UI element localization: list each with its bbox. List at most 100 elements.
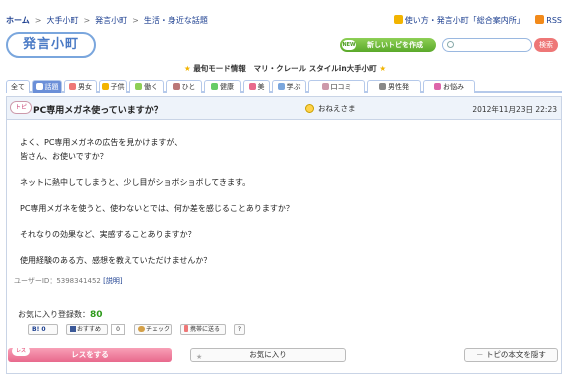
topic-date: 2012年11月23日 22:23 (472, 105, 557, 114)
send-to-mobile-button[interactable]: 携帯に送る (180, 324, 226, 335)
category-icon (379, 83, 386, 90)
star-icon: ★ (183, 64, 191, 73)
breadcrumb-item[interactable]: 大手小町 (46, 16, 78, 25)
tab-category[interactable]: 美 (243, 80, 270, 93)
rss-icon (535, 15, 545, 24)
favorite-count: お気に入り登録数：80 (18, 309, 103, 320)
category-icon (35, 83, 43, 90)
breadcrumb-item[interactable]: 生活・身近な話題 (144, 16, 208, 25)
star-icon: ★ (379, 64, 387, 73)
topic-body-line: ネットに熱中してしまうと、少し目がショボショボしてきます。 (20, 178, 251, 187)
guide-icon (393, 15, 403, 24)
add-favorite-label: お気に入り (249, 350, 287, 359)
new-topic-button[interactable]: NEW 新しいトピを作成 (340, 38, 436, 52)
tab-category-label: 美 (257, 83, 265, 91)
search-button[interactable]: 検索 (534, 38, 558, 52)
topic-title: PC専用メガネ使っていますか？ (33, 106, 163, 116)
user-id-text: ユーザーID：5398341452 (14, 277, 101, 285)
reply-label: レスをする (71, 350, 109, 359)
category-icon (321, 83, 329, 90)
tab-category-label: 健康 (220, 83, 234, 91)
hide-topic-body-button[interactable]: － トピの本文を隠す (464, 348, 558, 362)
tab-category[interactable]: 健康 (204, 80, 241, 93)
tab-category-label: お悩み (443, 83, 464, 91)
tab-category[interactable]: 男女 (64, 80, 97, 93)
tab-category[interactable]: 働く (129, 80, 164, 93)
tab-category-label: 子供 (110, 83, 125, 91)
topic-badge: トピ (10, 101, 32, 114)
search-icon (447, 41, 454, 48)
category-icon (248, 83, 256, 90)
site-logo[interactable]: 発言小町 (6, 32, 96, 58)
reply-tag: レス (12, 346, 30, 356)
topic-body-line: それなりの効果など、実感することありますか？ (20, 230, 196, 239)
tab-category-label: 男性発 (388, 83, 409, 91)
user-id: ユーザーID：5398341452 [説明] (14, 276, 123, 286)
hatena-bookmark-button[interactable]: B! 0 (28, 324, 58, 335)
category-icon (172, 83, 180, 90)
category-icon (434, 83, 441, 90)
topic-author: おねえさま (305, 103, 356, 114)
mixi-check-button[interactable]: チェック (134, 324, 172, 335)
category-tabs: 全て 話題 男女 子供 働く ひと 健康 美 学ぶ 口コミ 男性発 お悩み (6, 80, 562, 93)
category-icon (211, 83, 218, 90)
top-links: 使い方・発言小町「総合案内所」 RSS (393, 15, 562, 26)
mixi-check-label: チェック (146, 326, 171, 333)
reply-button[interactable]: レス レスをする (8, 346, 172, 362)
minus-icon: － (476, 350, 484, 359)
favorite-count-value: 80 (90, 310, 103, 320)
help-button[interactable]: ? (234, 324, 245, 335)
category-icon (277, 83, 285, 90)
check-icon (138, 326, 145, 332)
category-icon (69, 83, 76, 90)
mobile-icon (184, 325, 188, 332)
promo-label: 最旬モード情報 (193, 64, 246, 73)
tab-category[interactable]: 全て (6, 80, 30, 93)
breadcrumb: ホーム > 大手小町 > 発言小町 > 生活・身近な話題 (6, 15, 208, 26)
topic-body-line: 皆さん、お使いですか？ (20, 152, 108, 161)
tab-category-label: 働く (144, 83, 158, 91)
tab-category[interactable]: 話題 (32, 80, 62, 93)
facebook-count: 0 (111, 324, 125, 335)
topic-body-line: 使用経験のある方、感想を教えていただけませんか？ (20, 256, 212, 265)
hide-topic-body-label: トピの本文を隠す (485, 350, 546, 359)
send-to-mobile-label: 携帯に送る (190, 326, 221, 333)
search-input[interactable] (442, 38, 532, 52)
tab-category[interactable]: ひと (166, 80, 202, 93)
new-topic-label: 新しいトピを作成 (367, 41, 423, 49)
author-name: おねえさま (318, 104, 356, 113)
tab-category[interactable]: 子供 (99, 80, 127, 93)
facebook-recommend-label: おすすめ (77, 326, 102, 333)
breadcrumb-separator: > (132, 16, 139, 25)
add-favorite-button[interactable]: ★ お気に入り (190, 348, 346, 362)
guide-link[interactable]: 使い方・発言小町「総合案内所」 (405, 16, 525, 25)
tab-category[interactable]: 男性発 (367, 80, 421, 93)
tab-category-label: 学ぶ (286, 83, 301, 91)
promo-text: マリ・クレール スタイルin大手小町 (253, 64, 377, 73)
category-icon (101, 83, 109, 90)
tab-category[interactable]: 口コミ (308, 80, 365, 93)
star-icon: ★ (196, 353, 203, 361)
tab-category-label: 口コミ (330, 83, 352, 91)
breadcrumb-separator: > (34, 16, 42, 25)
tab-category-label: 男女 (78, 83, 92, 91)
category-icon (135, 83, 142, 90)
tab-category-label: ひと (181, 83, 196, 91)
topic-body-line: PC専用メガネを使うと、使わないとでは、何か差を感じることありますか？ (20, 204, 294, 213)
new-badge: NEW (342, 40, 356, 50)
breadcrumb-separator: > (83, 16, 91, 25)
topic-body-line: よく、PC専用メガネの広告を見かけますが、 (20, 138, 183, 147)
promo-banner[interactable]: ★ 最旬モード情報 マリ・クレール スタイルin大手小町 ★ (0, 63, 570, 74)
tab-category[interactable]: 学ぶ (272, 80, 306, 93)
favorite-count-label: お気に入り登録数： (18, 310, 90, 319)
tab-category-label: 話題 (44, 83, 59, 91)
smiley-icon (305, 104, 314, 113)
tab-category-label: 全て (11, 83, 25, 91)
breadcrumb-home[interactable]: ホーム (6, 16, 30, 25)
rss-link[interactable]: RSS (546, 16, 562, 25)
facebook-recommend-button[interactable]: おすすめ (66, 324, 108, 335)
facebook-icon (70, 326, 76, 332)
user-id-explain-link[interactable]: [説明] (103, 277, 122, 285)
tab-category[interactable]: お悩み (423, 80, 475, 93)
breadcrumb-item[interactable]: 発言小町 (95, 16, 127, 25)
